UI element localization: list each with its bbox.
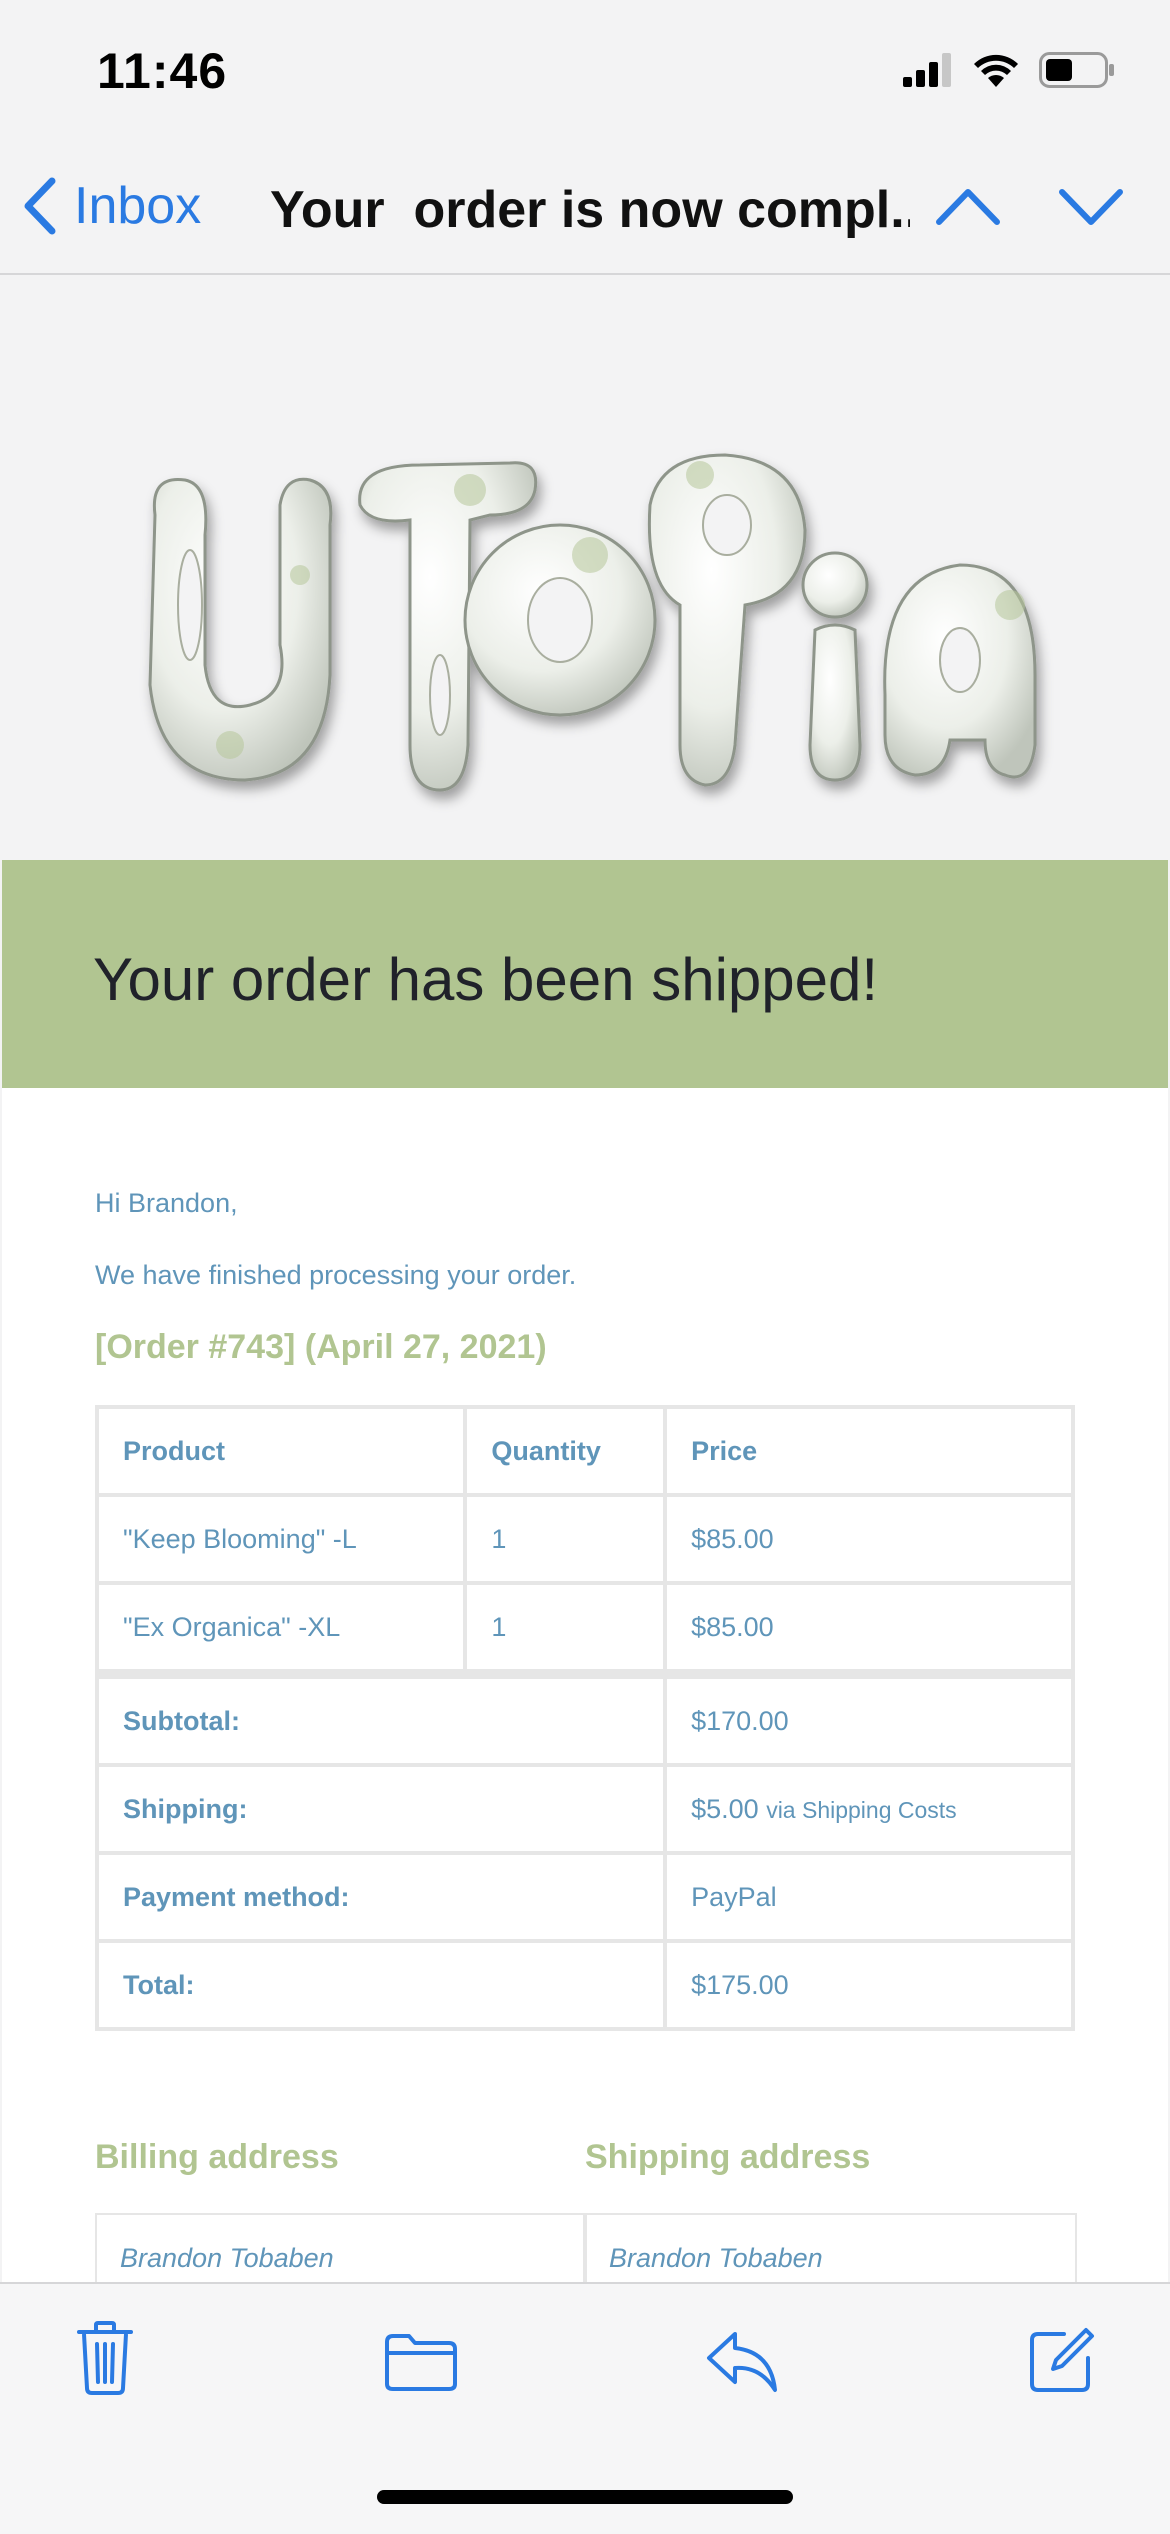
header-price: Price — [663, 1405, 1075, 1497]
trash-icon — [77, 2321, 133, 2395]
delete-button[interactable] — [75, 2320, 135, 2401]
subtotal-value: $170.00 — [663, 1669, 1075, 1767]
utopia-logo — [148, 453, 1037, 792]
previous-email-button[interactable] — [935, 182, 1001, 237]
status-time: 11:46 — [97, 43, 228, 99]
wifi-icon — [974, 54, 1018, 87]
table-header-row: Product Quantity Price — [94, 1405, 1075, 1497]
shipping-cell: $5.00 via Shipping Costs — [663, 1763, 1075, 1855]
reply-icon — [707, 2332, 777, 2392]
intro-text: We have finished processing your order. — [95, 1260, 577, 1290]
item-product: "Ex Organica" -XL — [94, 1581, 468, 1676]
header-quantity: Quantity — [463, 1405, 668, 1497]
chevron-up-icon — [936, 189, 1000, 225]
shipping-name: Brandon Tobaben — [609, 2243, 823, 2273]
item-price: $85.00 — [663, 1493, 1075, 1585]
total-label: Total: — [94, 1939, 668, 2031]
brand-logo-area — [0, 275, 1170, 860]
order-heading: [Order #743] (April 27, 2021) — [95, 1328, 547, 1366]
header-product: Product — [94, 1405, 468, 1497]
table-row: "Keep Blooming" -L 1 $85.00 — [94, 1493, 1075, 1585]
shipping-address-heading: Shipping address — [585, 2138, 871, 2176]
billing-name: Brandon Tobaben — [120, 2243, 334, 2273]
total-row: Total: $175.00 — [94, 1939, 1075, 2031]
subtotal-label: Subtotal: — [94, 1669, 668, 1767]
move-to-folder-button[interactable] — [383, 2332, 459, 2397]
billing-address-heading: Billing address — [95, 2138, 339, 2176]
status-bar: 11:46 — [0, 0, 1170, 140]
home-indicator[interactable] — [377, 2490, 793, 2504]
compose-icon — [1030, 2328, 1094, 2392]
total-value: $175.00 — [663, 1939, 1075, 2031]
subtotal-row: Subtotal: $170.00 — [94, 1669, 1075, 1767]
order-table: Product Quantity Price "Keep Blooming" -… — [94, 1405, 1075, 2031]
item-quantity: 1 — [463, 1493, 668, 1585]
table-row: "Ex Organica" -XL 1 $85.00 — [94, 1581, 1075, 1676]
shipping-row: Shipping: $5.00 via Shipping Costs — [94, 1763, 1075, 1855]
mail-nav-bar: Inbox Your order is now compl... — [0, 140, 1170, 275]
item-quantity: 1 — [463, 1581, 668, 1676]
shipping-value: $5.00 — [691, 1793, 759, 1824]
email-subject: Your order is now compl... — [270, 181, 910, 239]
payment-value: PayPal — [663, 1851, 1075, 1943]
reply-button[interactable] — [705, 2328, 779, 2399]
shipping-method-note: via Shipping Costs — [766, 1796, 957, 1823]
item-price: $85.00 — [663, 1581, 1075, 1676]
next-email-button[interactable] — [1058, 182, 1124, 237]
chevron-left-icon — [24, 177, 56, 235]
status-icons — [903, 52, 1115, 88]
shipping-label: Shipping: — [94, 1763, 668, 1855]
greeting: Hi Brandon, — [95, 1188, 238, 1218]
back-label: Inbox — [74, 177, 202, 235]
item-product: "Keep Blooming" -L — [94, 1493, 468, 1585]
compose-button[interactable] — [1028, 2326, 1096, 2399]
payment-label: Payment method: — [94, 1851, 668, 1943]
back-to-inbox-button[interactable]: Inbox — [22, 176, 201, 236]
payment-row: Payment method: PayPal — [94, 1851, 1075, 1943]
banner-heading: Your order has been shipped! — [93, 946, 879, 1013]
battery-icon — [1039, 52, 1114, 88]
chevron-down-icon — [1059, 189, 1123, 225]
cellular-signal-icon — [903, 53, 951, 87]
folder-icon — [385, 2334, 457, 2391]
